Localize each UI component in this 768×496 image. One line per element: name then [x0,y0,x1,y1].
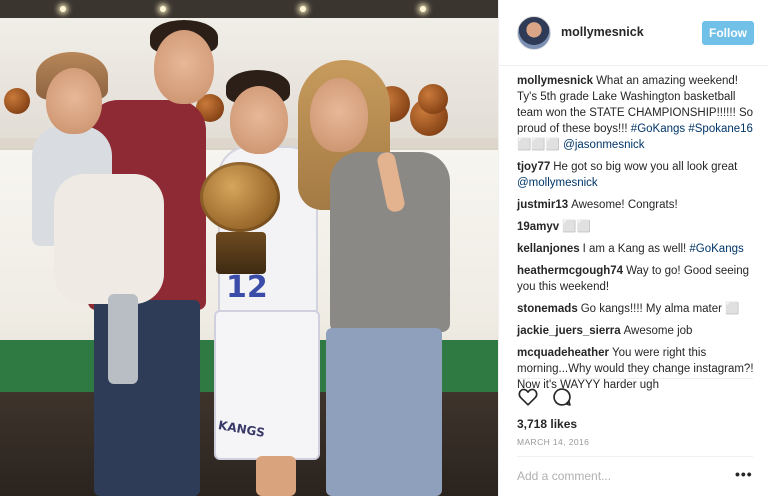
comment-username[interactable]: heathermcgough74 [517,265,623,277]
ceiling-light [60,6,66,12]
comment-text: Awesome! Congrats! [571,199,678,211]
boy-face [230,86,288,154]
comment-list: mollymesnick What an amazing weekend! Ty'… [517,73,757,399]
toddler [14,44,164,404]
comment-username[interactable]: mcquadeheather [517,347,609,359]
emoji-text: ⬜⬜⬜ [517,139,560,151]
trophy-ball [200,162,280,232]
post-username[interactable]: mollymesnick [561,25,644,39]
heart-icon[interactable] [517,386,539,408]
comment-text: He got so big wow you all look great [553,161,738,173]
jersey-number: 12 [226,270,268,305]
divider [517,456,753,457]
comment-icon[interactable] [551,386,573,408]
list-item: 19amyv ⬜⬜ [517,219,757,235]
caption: mollymesnick What an amazing weekend! Ty'… [517,73,757,153]
hashtag-link[interactable]: #GoKangs [631,123,685,135]
toddler-face [46,68,102,134]
more-options-icon[interactable]: ••• [735,466,753,482]
list-item: tjoy77 He got so big wow you all look gre… [517,159,757,191]
comment-username[interactable]: mollymesnick [517,75,593,87]
list-item: jackie_juers_sierra Awesome job [517,323,757,339]
hashtag-link[interactable]: #Spokane16 [688,123,753,135]
mention-link[interactable]: @jasonmesnick [563,139,644,151]
post-header: mollymesnick Follow [499,0,768,66]
list-item: kellanjones I am a Kang as well! #GoKangs [517,241,757,257]
comment-username[interactable]: 19amyv [517,221,559,233]
mention-link[interactable]: @mollymesnick [517,177,598,189]
ceiling-light [420,6,426,12]
follow-button[interactable]: Follow [702,21,754,45]
woman [290,60,460,496]
toddler-leg [108,294,138,384]
ceiling-light [160,6,166,12]
like-count[interactable]: 3,718 likes [517,417,577,431]
divider [517,378,753,379]
comment-username[interactable]: tjoy77 [517,161,550,173]
post-photo[interactable]: 12 KANGS [0,0,498,496]
action-bar [517,386,573,410]
comment-text: Awesome job [623,325,693,337]
comment-username[interactable]: jackie_juers_sierra [517,325,621,337]
list-item: stonemads Go kangs!!!! My alma mater ⬜ [517,301,757,317]
woman-face [310,78,368,152]
trophy-base [216,232,266,274]
comment-text: Go kangs!!!! My alma mater ⬜ [580,303,740,315]
post-date: MARCH 14, 2016 [517,437,590,447]
ceiling-light [300,6,306,12]
blanket [54,174,164,304]
avatar[interactable] [517,16,551,50]
gym-ceiling [0,0,498,18]
light-jeans [326,328,442,496]
list-item: justmir13 Awesome! Congrats! [517,197,757,213]
comment-username[interactable]: justmir13 [517,199,568,211]
add-comment-input[interactable] [517,469,717,483]
comment-text: ⬜⬜ [562,221,591,233]
post-sidebar: mollymesnick Follow mollymesnick What an … [498,0,768,496]
comment-username[interactable]: kellanjones [517,243,580,255]
list-item: heathermcgough74 Way to go! Good seeing y… [517,263,757,295]
comment-text: I am a Kang as well! [582,243,690,255]
hashtag-link[interactable]: #GoKangs [689,243,743,255]
comment-username[interactable]: stonemads [517,303,578,315]
